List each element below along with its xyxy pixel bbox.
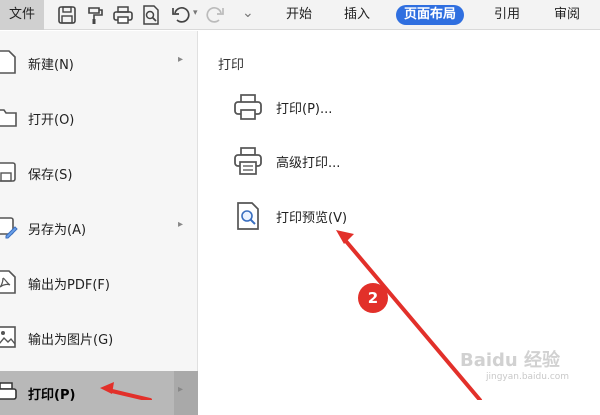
menu-item-save[interactable]: 保存(S) <box>0 151 198 195</box>
menu-item-label: 新建(N) <box>28 58 74 73</box>
submenu-arrow-icon: ▸ <box>178 54 184 65</box>
step-badge: 2 <box>358 283 388 313</box>
print-option-advanced-print[interactable]: 高级打印... <box>232 141 412 181</box>
tab-references[interactable]: 引用 <box>486 5 528 25</box>
format-painter-icon[interactable] <box>84 4 106 26</box>
watermark-logo: Baidu 经验 <box>460 350 561 371</box>
file-menu-label: 文件 <box>8 7 35 22</box>
undo-dropdown-icon[interactable]: ▾ <box>193 8 198 18</box>
file-menu-button[interactable]: 文件 <box>0 0 44 30</box>
menu-item-label: 另存为(A) <box>28 223 87 238</box>
menu-item-label: 保存(S) <box>28 168 73 183</box>
print-option-label: 打印(P)... <box>276 102 333 117</box>
save-icon <box>0 159 18 185</box>
customize-icon[interactable]: ⌄ <box>242 5 254 21</box>
advanced-print-icon <box>232 145 264 177</box>
tab-home[interactable]: 开始 <box>278 5 320 25</box>
file-menu-panel: 新建(N) ▸ 打开(O) 保存(S) 另存为(A) ▸ 输出为PDF(F) 输… <box>0 31 198 415</box>
submenu-arrow-icon: ▸ <box>178 219 184 230</box>
menu-item-save-as[interactable]: 另存为(A) ▸ <box>0 206 198 250</box>
menu-item-new[interactable]: 新建(N) ▸ <box>0 41 198 85</box>
tab-page-layout[interactable]: 页面布局 <box>396 5 465 25</box>
menu-item-open[interactable]: 打开(O) <box>0 96 198 140</box>
submenu-arrow-icon: ▸ <box>178 384 184 395</box>
menu-item-label: 打开(O) <box>28 113 75 128</box>
watermark-url: jingyan.baidu.com <box>486 372 570 382</box>
new-file-icon <box>0 49 18 75</box>
menu-item-export-pdf[interactable]: 输出为PDF(F) <box>0 261 198 305</box>
save-as-icon <box>0 214 18 240</box>
menu-item-label: 输出为PDF(F) <box>28 278 110 293</box>
printer-icon <box>232 91 264 123</box>
print-icon <box>0 379 18 405</box>
menu-item-label: 打印(P) <box>28 388 76 403</box>
print-preview-icon <box>232 200 264 232</box>
menu-item-print[interactable]: 打印(P) ▸ <box>0 371 198 415</box>
redo-icon[interactable] <box>204 4 226 26</box>
open-folder-icon <box>0 104 18 130</box>
print-option-print[interactable]: 打印(P)... <box>232 87 412 127</box>
image-icon <box>0 324 18 350</box>
pdf-icon <box>0 269 18 295</box>
save-icon[interactable] <box>56 4 78 26</box>
print-icon[interactable] <box>112 4 134 26</box>
print-option-label: 高级打印... <box>276 156 341 171</box>
annotation-arrow-2 <box>343 238 482 400</box>
print-option-label: 打印预览(V) <box>276 211 348 226</box>
tab-review[interactable]: 审阅 <box>546 5 588 25</box>
print-option-print-preview[interactable]: 打印预览(V) <box>232 196 412 236</box>
print-panel-title: 打印 <box>218 58 245 73</box>
top-toolbar: 文件 ▾ ⌄ 开始 插入 页面布局 引用 审阅 <box>0 0 600 30</box>
undo-icon[interactable] <box>170 4 192 26</box>
menu-item-label: 输出为图片(G) <box>28 333 114 348</box>
tab-insert[interactable]: 插入 <box>336 5 378 25</box>
menu-item-export-image[interactable]: 输出为图片(G) <box>0 316 198 360</box>
print-preview-icon[interactable] <box>140 4 162 26</box>
